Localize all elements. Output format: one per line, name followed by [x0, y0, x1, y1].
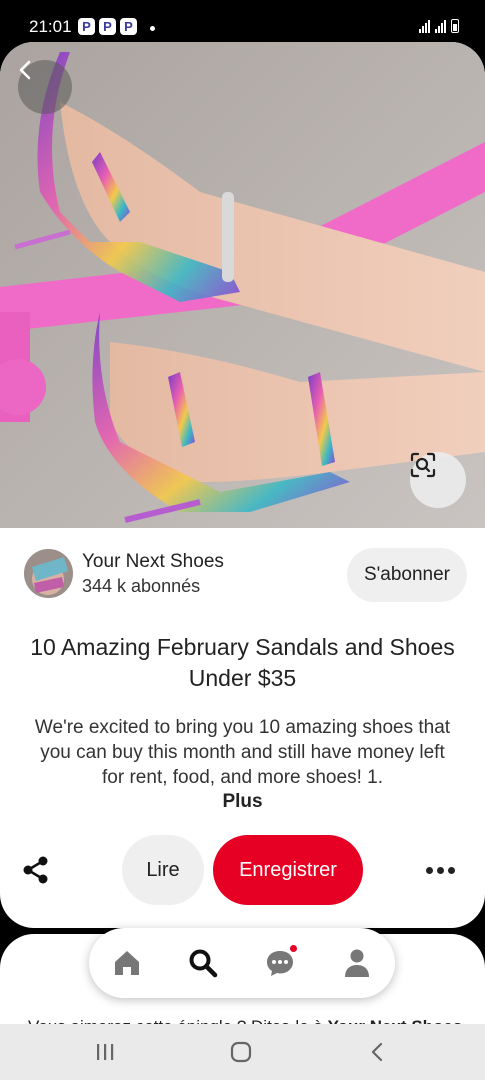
recent-apps-icon — [97, 1044, 114, 1060]
chevron-left-icon — [19, 60, 31, 80]
app-badge-icon: P — [99, 18, 116, 35]
visual-search-icon — [410, 452, 436, 478]
signal-icon — [435, 20, 446, 33]
tab-messages[interactable] — [262, 945, 298, 981]
status-notification-icons: P P P — [78, 18, 137, 35]
home-icon — [115, 951, 139, 975]
home-nav-icon — [230, 1041, 252, 1063]
pin-card: Your Next Shoes 344 k abonnés S'abonner … — [0, 42, 485, 928]
status-indicators — [419, 19, 459, 33]
recent-apps-button[interactable] — [90, 1038, 120, 1066]
home-nav-button[interactable] — [226, 1038, 256, 1066]
follower-count: 344 k abonnés — [82, 576, 201, 596]
bottom-tab-bar — [89, 928, 395, 998]
pin-image[interactable] — [0, 42, 485, 528]
tab-profile[interactable] — [339, 945, 375, 981]
creator-row: Your Next Shoes 344 k abonnés S'abonner — [0, 546, 485, 606]
back-nav-icon — [371, 1042, 383, 1062]
tab-search[interactable] — [185, 945, 221, 981]
more-horizontal-icon — [425, 866, 433, 874]
chat-bubble-icon — [267, 951, 293, 976]
notification-dot-icon — [290, 945, 297, 952]
profile-icon — [345, 949, 369, 977]
signal-icon — [419, 20, 430, 33]
share-button[interactable] — [18, 852, 54, 888]
more-notifications-dot-icon — [150, 26, 155, 31]
save-button[interactable]: Enregistrer — [213, 835, 363, 905]
creator-name[interactable]: Your Next Shoes — [82, 551, 224, 573]
share-icon — [23, 856, 48, 884]
system-navigation-bar — [0, 1024, 485, 1080]
more-options-button[interactable] — [420, 857, 460, 883]
creator-avatar-image — [24, 549, 73, 598]
tab-home[interactable] — [109, 945, 145, 981]
search-icon — [189, 949, 218, 978]
avatar[interactable] — [24, 549, 73, 598]
pin-description: We're excited to bring you 10 amazing sh… — [34, 717, 451, 788]
back-nav-button[interactable] — [362, 1038, 392, 1066]
show-more-link[interactable]: Plus — [0, 791, 485, 813]
visual-search-button[interactable] — [410, 452, 466, 508]
status-bar: 21:01 P P P — [0, 0, 485, 42]
read-button[interactable]: Lire — [122, 835, 204, 905]
follow-button[interactable]: S'abonner — [347, 548, 467, 602]
app-badge-icon: P — [78, 18, 95, 35]
back-button[interactable] — [18, 60, 72, 114]
battery-icon — [451, 19, 459, 33]
status-time: 21:01 — [29, 17, 72, 36]
app-badge-icon: P — [120, 18, 137, 35]
pin-title: 10 Amazing February Sandals and Shoes Un… — [30, 634, 455, 691]
